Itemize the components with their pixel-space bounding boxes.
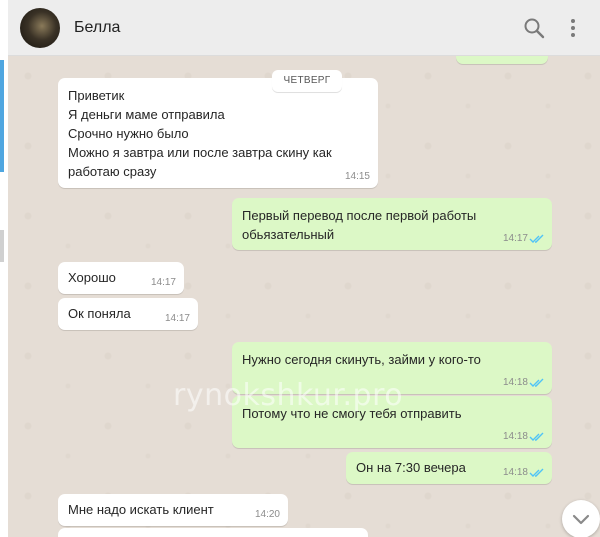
day-label: ЧЕТВЕРГ <box>272 70 342 92</box>
incoming-message[interactable]: Хорошо 14:17 <box>58 262 184 294</box>
menu-dots-icon[interactable] <box>566 16 580 40</box>
message-text: Мне надо искать клиент <box>68 502 214 517</box>
message-time: 14:17 <box>502 233 528 244</box>
message-time: 14:18 <box>502 431 528 442</box>
watermark: rynokshkur.pro <box>173 378 404 413</box>
contact-name[interactable]: Белла <box>74 19 120 37</box>
search-icon[interactable] <box>523 17 545 39</box>
chat-area[interactable]: Приветик Я деньги маме отправила Срочно … <box>8 56 600 537</box>
scroll-down-button[interactable] <box>562 500 600 537</box>
read-ticks-icon <box>529 234 544 243</box>
chat-header: Белла <box>8 0 600 56</box>
incoming-message[interactable]: Мне надо искать клиент 14:20 <box>58 494 288 526</box>
message-text: работаю сразу <box>68 164 157 179</box>
chevron-down-icon <box>572 514 590 525</box>
read-ticks-icon <box>529 378 544 387</box>
left-edge-mark <box>0 230 4 262</box>
incoming-message[interactable]: Ок поняла 14:17 <box>58 298 198 330</box>
message-time: 14:17 <box>164 313 190 324</box>
message-time: 14:18 <box>502 467 528 478</box>
read-ticks-icon <box>529 432 544 441</box>
outgoing-message[interactable]: Первый перевод после первой работы обьяз… <box>232 198 552 250</box>
outgoing-message[interactable]: Он на 7:30 вечера 14:18 <box>346 452 552 484</box>
read-ticks-icon <box>529 468 544 477</box>
partial-message <box>456 56 548 64</box>
incoming-message[interactable]: Приветик Я деньги маме отправила Срочно … <box>58 78 378 188</box>
selection-accent <box>0 60 4 172</box>
message-text: Нужно сегодня скинуть, займи у кого-то <box>242 352 481 367</box>
partial-message <box>58 528 368 537</box>
message-time: 14:15 <box>344 171 370 182</box>
message-time: 14:17 <box>150 277 176 288</box>
message-text: Можно я завтра или после завтра скину ка… <box>68 145 332 160</box>
message-text: Я деньги маме отправила <box>68 107 225 122</box>
message-time: 14:18 <box>502 377 528 388</box>
message-text: Срочно нужно было <box>68 126 189 141</box>
message-text: обьязательный <box>242 227 335 242</box>
avatar[interactable] <box>20 8 60 48</box>
message-text: Первый перевод после первой работы <box>242 208 477 223</box>
message-time: 14:20 <box>254 509 280 520</box>
